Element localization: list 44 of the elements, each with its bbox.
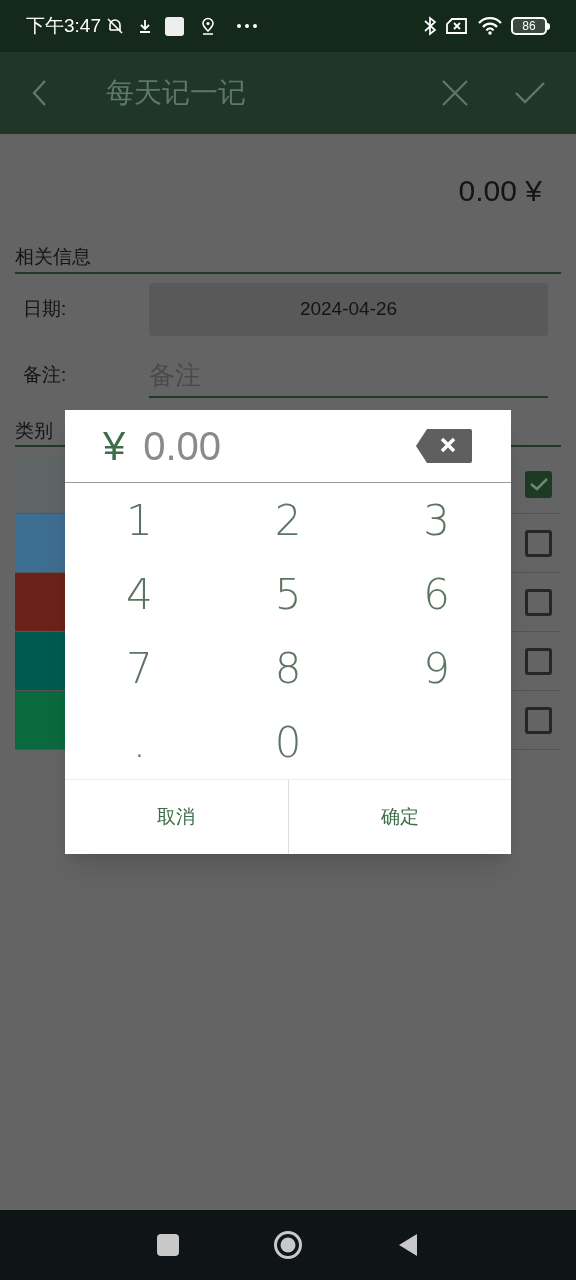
category-checkbox[interactable] xyxy=(525,470,552,498)
window-title: 每天记一记 xyxy=(106,76,246,110)
battery-level: 86 xyxy=(522,20,536,32)
dialog-button[interactable]: 取消 xyxy=(65,780,289,854)
sim-icon xyxy=(445,17,469,35)
date-field[interactable]: 2024-04-26 xyxy=(149,282,548,336)
close-icon[interactable] xyxy=(441,79,469,107)
notification-icon xyxy=(165,16,184,36)
amount-text: 0.00 ¥ xyxy=(458,173,542,209)
keypad-key[interactable]: 4 xyxy=(65,557,214,631)
keypad-key[interactable]: 7 xyxy=(65,631,214,705)
keypad-key[interactable]: 1 xyxy=(65,483,214,557)
category-checkbox[interactable] xyxy=(525,647,552,675)
category-checkbox[interactable] xyxy=(525,529,552,557)
keypad-key[interactable]: 3 xyxy=(362,483,511,557)
category-checkbox[interactable] xyxy=(525,706,552,734)
keypad-key[interactable]: 9 xyxy=(362,631,511,705)
section-title: 相关信息 xyxy=(15,246,91,267)
check-icon xyxy=(528,476,549,492)
keypad-key[interactable]: 5 xyxy=(213,557,363,631)
bluetooth-icon xyxy=(423,16,437,36)
dialog-button[interactable]: 确定 xyxy=(288,780,511,854)
category-checkbox[interactable] xyxy=(525,588,552,616)
mute-icon xyxy=(105,16,125,36)
location-icon xyxy=(200,17,216,35)
keypad-key[interactable]: 8 xyxy=(213,631,363,705)
recents-icon[interactable] xyxy=(157,1234,179,1256)
wifi-icon xyxy=(477,16,503,36)
note-label: 备注: xyxy=(23,363,68,387)
backspace-icon[interactable] xyxy=(415,428,473,464)
home-icon[interactable] xyxy=(273,1230,303,1260)
keypad-key[interactable]: . xyxy=(65,705,214,779)
keypad-key[interactable]: 6 xyxy=(362,557,511,631)
keypad-key[interactable]: 0 xyxy=(213,705,363,779)
currency-symbol: ¥ xyxy=(103,423,126,470)
date-label: 日期: xyxy=(23,296,68,321)
status-time: 下午3:47 xyxy=(26,13,101,38)
more-icon xyxy=(236,23,258,29)
confirm-icon[interactable] xyxy=(514,80,546,106)
download-icon xyxy=(137,18,153,34)
amount-display: 0.00 xyxy=(143,423,222,470)
back-nav-icon[interactable] xyxy=(397,1233,419,1257)
keypad-key[interactable]: 2 xyxy=(213,483,363,557)
section-title: 类别 xyxy=(15,419,53,441)
